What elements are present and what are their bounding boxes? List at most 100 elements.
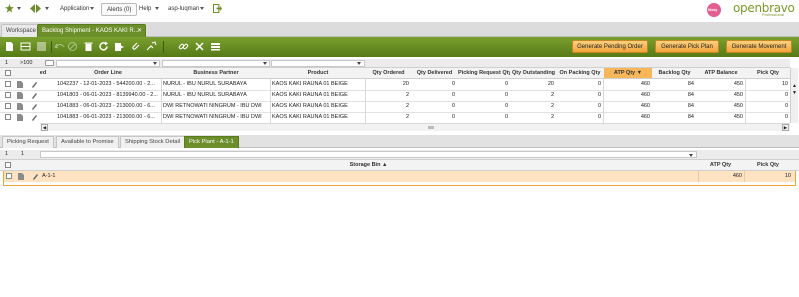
tab-shipping-stock-detail[interactable]: Shipping Stock Detail	[120, 136, 186, 148]
column-divider	[161, 79, 162, 123]
filter-clear-icon[interactable]	[45, 60, 54, 66]
chevron-down-icon[interactable]	[90, 7, 94, 10]
generate-pending-order-button[interactable]: Generate Pending Order	[572, 40, 648, 53]
document-icon[interactable]	[17, 114, 23, 121]
subgrid-select-all-checkbox[interactable]	[5, 162, 11, 168]
chevron-down-icon[interactable]	[689, 154, 693, 157]
column-header-backlog-qty[interactable]: Backlog Qty	[653, 68, 696, 78]
generate-pick-plan-button[interactable]: Generate Pick Plan	[655, 40, 719, 53]
pick-qty-cell[interactable]: 0	[746, 101, 790, 112]
column-header-qty-ordered[interactable]: Qty Ordered	[366, 68, 411, 78]
column-header-qty-delivered[interactable]: Qty Delivered	[412, 68, 457, 78]
column-header-picking-request-qty[interactable]: Picking Request Qty	[458, 68, 510, 78]
edit-pencil-icon[interactable]	[31, 114, 37, 121]
table-row[interactable]: A-1-1 460 10	[4, 171, 795, 182]
business-partner-filter[interactable]	[162, 60, 270, 67]
scroll-left-arrow-icon[interactable]: ◀	[41, 124, 48, 131]
document-icon[interactable]	[18, 173, 24, 180]
column-header-subgrid-pick-qty[interactable]: Pick Qty	[744, 160, 792, 170]
tab-available-to-promise[interactable]: Available to Promise	[56, 136, 119, 148]
generate-movement-button[interactable]: Generate Movement	[726, 40, 792, 53]
tab-workspace[interactable]: Workspace	[1, 24, 41, 37]
alerts-button[interactable]: Alerts (0)	[101, 3, 138, 16]
chevron-down-icon[interactable]	[45, 7, 49, 10]
qty-delivered-cell: 0	[451, 81, 455, 87]
grid-view-icon[interactable]	[210, 41, 221, 52]
new-document-icon[interactable]	[4, 41, 15, 52]
horizontal-scrollbar[interactable]: ◀ ▶	[40, 123, 790, 131]
application-menu[interactable]: Application	[60, 3, 89, 16]
vertical-scrollbar[interactable]: ▲ ▼	[790, 68, 798, 123]
delete-icon[interactable]	[83, 41, 94, 52]
column-header-business-partner[interactable]: Business Partner	[162, 68, 270, 78]
user-menu[interactable]: asp-luqman	[168, 3, 199, 16]
attachment-icon[interactable]	[130, 41, 141, 52]
row-checkbox[interactable]	[5, 92, 11, 98]
edit-pencil-icon[interactable]	[31, 103, 37, 110]
row-checkbox[interactable]	[5, 114, 11, 120]
export-icon[interactable]	[114, 41, 125, 52]
chevron-down-icon[interactable]	[155, 7, 159, 10]
close-icon[interactable]: ✕	[137, 25, 142, 37]
logout-icon[interactable]	[212, 3, 222, 14]
star-icon[interactable]	[5, 4, 14, 13]
pick-qty-cell[interactable]: 0	[746, 90, 790, 101]
link-icon[interactable]	[178, 41, 189, 52]
column-header-order-line[interactable]: Order Line	[56, 68, 160, 78]
table-row[interactable]: 1041883 - 06-01-2023 - 213000.00 - 6... …	[0, 112, 790, 123]
scroll-right-arrow-icon[interactable]: ▶	[782, 124, 789, 131]
scroll-down-arrow-icon[interactable]: ▼	[792, 90, 797, 96]
column-header-storage-bin[interactable]: Storage Bin ▲	[40, 160, 697, 170]
document-icon[interactable]	[17, 92, 23, 99]
pick-qty-cell[interactable]: 10	[746, 79, 790, 90]
chevron-down-icon[interactable]	[153, 62, 157, 65]
row-checkbox[interactable]	[6, 173, 12, 179]
save-icon[interactable]	[36, 41, 47, 52]
row-checkbox[interactable]	[5, 81, 11, 87]
edit-pencil-icon[interactable]	[31, 92, 37, 99]
undo-icon[interactable]	[54, 41, 65, 52]
chevron-down-icon[interactable]	[17, 7, 21, 10]
tab-backlog-shipment[interactable]: Backlog Shipment - KAOS KAKI R... ✕	[37, 24, 146, 37]
subgrid-pick-qty-cell[interactable]: 10	[745, 171, 793, 182]
product-filter[interactable]	[271, 60, 365, 67]
toolbar-divider	[163, 41, 164, 53]
tab-backlog-shipment-label: Backlog Shipment - KAOS KAKI R...	[42, 28, 139, 34]
pick-qty-cell[interactable]: 0	[746, 112, 790, 123]
column-header-atp-qty[interactable]: ATP Qty ▼	[604, 68, 652, 78]
cancel-icon[interactable]	[67, 41, 78, 52]
atp-qty-cell: 460	[640, 103, 650, 109]
table-row[interactable]: 1042237 - 12-01-2023 - 544200.00 - 2... …	[0, 79, 790, 90]
help-menu[interactable]: Help	[139, 3, 151, 16]
column-header-pick-qty[interactable]: Pick Qty	[746, 68, 790, 78]
tools-icon[interactable]	[194, 41, 205, 52]
storage-bin-filter[interactable]	[40, 151, 697, 158]
order-line-filter[interactable]	[56, 60, 160, 67]
chevron-down-icon[interactable]	[200, 7, 204, 10]
column-header-atp-balance[interactable]: ATP Balance	[697, 68, 745, 78]
column-header-product[interactable]: Product	[271, 68, 365, 78]
edit-pencil-icon[interactable]	[32, 173, 38, 180]
document-icon[interactable]	[17, 103, 23, 110]
table-row[interactable]: 1041803 - 06-01-2023 - 8139940.00 - 2...…	[0, 90, 790, 101]
scroll-up-arrow-icon[interactable]: ▲	[792, 83, 797, 89]
column-header-ed[interactable]: ed	[36, 68, 50, 78]
back-forward-icon[interactable]	[30, 4, 41, 13]
edit-pencil-icon[interactable]	[31, 81, 37, 88]
document-icon[interactable]	[17, 81, 23, 88]
scrollbar-thumb[interactable]	[428, 126, 434, 129]
sort-descending-icon[interactable]: ▼	[637, 70, 642, 76]
column-header-subgrid-atp-qty[interactable]: ATP Qty	[698, 160, 743, 170]
table-row[interactable]: 1041883 - 06-01-2023 - 213000.00 - 6... …	[0, 101, 790, 112]
audit-icon[interactable]	[146, 41, 157, 52]
column-header-qty-outstanding[interactable]: Qty Outstanding	[511, 68, 556, 78]
chevron-down-icon[interactable]	[263, 62, 267, 65]
refresh-icon[interactable]	[98, 41, 109, 52]
chevron-down-icon[interactable]	[357, 62, 361, 65]
tab-pick-plant[interactable]: Pick Plant - A-1-1	[184, 136, 239, 148]
tab-picking-request[interactable]: Picking Request	[2, 136, 54, 148]
row-checkbox[interactable]	[5, 103, 11, 109]
new-row-icon[interactable]	[20, 41, 31, 52]
column-header-on-packing-qty[interactable]: On Packing Qty	[557, 68, 603, 78]
select-all-checkbox[interactable]	[5, 70, 11, 76]
